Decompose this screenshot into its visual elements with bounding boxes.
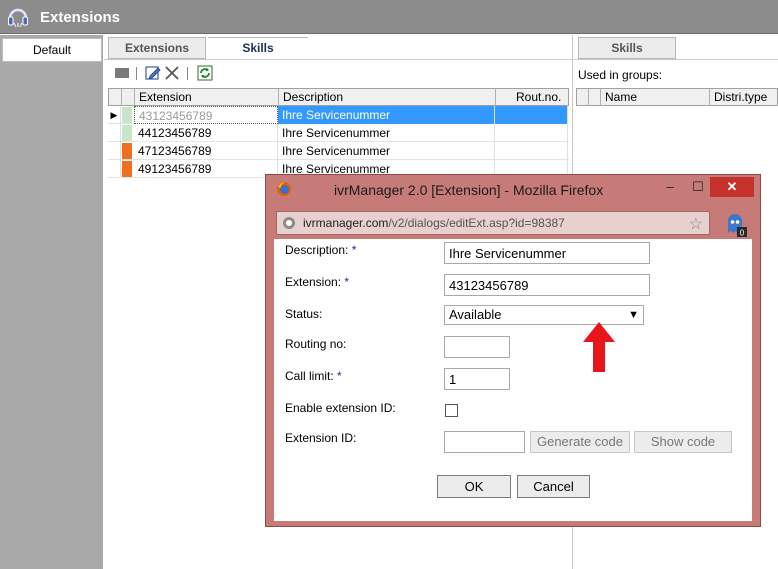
extensions-grid: Extension Description Rout.no. ▶ 4312345…: [108, 88, 569, 178]
stop-icon[interactable]: [114, 65, 130, 81]
extension-cell[interactable]: 49123456789: [134, 160, 278, 178]
description-field[interactable]: [444, 242, 650, 264]
firefox-icon: [277, 182, 291, 196]
status-indicator: [122, 125, 132, 141]
rout-no-cell[interactable]: [495, 106, 568, 124]
toolbar-separator: [136, 67, 137, 80]
status-label: Status:: [285, 307, 323, 321]
show-code-button[interactable]: Show code: [634, 431, 732, 453]
grid-header-status: [122, 89, 135, 106]
required-mark: *: [344, 275, 350, 289]
required-mark: *: [337, 369, 342, 383]
description-cell[interactable]: Ihre Servicenummer: [278, 142, 495, 160]
up-arrow-annotation-icon: [583, 322, 615, 372]
row-pointer-cell: [108, 124, 121, 142]
generate-code-button[interactable]: Generate code: [530, 431, 630, 453]
table-row[interactable]: ▶ 43123456789 Ihre Servicenummer: [108, 106, 569, 124]
url-domain: ivrmanager.com: [303, 216, 389, 230]
grid-header-status: [589, 89, 601, 106]
addon-badge-count: 0: [740, 229, 745, 238]
ok-button[interactable]: OK: [437, 475, 511, 498]
used-in-groups-label: Used in groups:: [578, 68, 663, 82]
tab-extensions[interactable]: Extensions: [108, 37, 206, 59]
refresh-icon[interactable]: [197, 65, 213, 81]
routing-no-label: Routing no:: [285, 337, 347, 351]
description-label: Description: *: [285, 243, 357, 257]
grid-header-indicator: [577, 89, 589, 106]
status-selected-value: Available: [449, 307, 502, 322]
edit-icon[interactable]: [145, 65, 161, 81]
row-pointer-cell: [108, 142, 121, 160]
bookmark-star-icon[interactable]: ☆: [689, 214, 703, 234]
routing-no-field[interactable]: [444, 336, 510, 358]
rout-no-cell[interactable]: [495, 142, 568, 160]
column-header-description[interactable]: Description: [279, 89, 496, 106]
call-limit-field[interactable]: [444, 368, 510, 390]
extension-cell[interactable]: 43123456789: [134, 106, 278, 124]
tab-divider: [574, 59, 778, 60]
headset-icon: [8, 8, 28, 28]
grid-header: Extension Description Rout.no.: [108, 88, 569, 106]
tab-divider: [104, 59, 573, 60]
column-header-name[interactable]: Name: [601, 89, 710, 106]
tab-skills[interactable]: Skills: [208, 37, 308, 59]
dialog-title: ivrManager 2.0 [Extension] - Mozilla Fir…: [334, 182, 604, 198]
status-indicator: [122, 107, 132, 123]
extension-cell[interactable]: 44123456789: [134, 124, 278, 142]
table-row[interactable]: 47123456789 Ihre Servicenummer: [108, 142, 569, 160]
status-indicator: [122, 161, 132, 177]
column-header-distri-type[interactable]: Distri.type: [710, 89, 778, 106]
globe-icon: [283, 217, 295, 229]
page-title: Extensions: [40, 9, 121, 26]
extension-label: Extension: *: [285, 275, 350, 289]
dialog-title-bar[interactable]: ivrManager 2.0 [Extension] - Mozilla Fir…: [266, 175, 760, 205]
toolbar: [112, 65, 312, 83]
url-text: ivrmanager.com/v2/dialogs/editExt.asp?id…: [303, 216, 565, 230]
row-pointer-icon: ▶: [108, 106, 121, 124]
groups-grid-header: Name Distri.type: [576, 88, 778, 106]
chevron-down-icon: ▼: [628, 309, 639, 321]
url-path: /v2/dialogs/editExt.asp?id=98387: [388, 216, 565, 230]
status-indicator: [122, 143, 132, 159]
tab-skills-groups[interactable]: Skills: [578, 37, 676, 59]
enable-extension-id-checkbox[interactable]: [445, 404, 458, 417]
tab-default[interactable]: Default: [2, 38, 102, 62]
left-pane: Default: [0, 35, 103, 569]
maximize-button[interactable]: ☐: [686, 177, 710, 197]
extension-id-label: Extension ID:: [285, 431, 357, 445]
extension-id-field[interactable]: [444, 431, 525, 453]
url-bar[interactable]: ivrmanager.com/v2/dialogs/editExt.asp?id…: [276, 211, 710, 235]
table-row[interactable]: 44123456789 Ihre Servicenummer: [108, 124, 569, 142]
enable-extension-id-label: Enable extension ID:: [285, 401, 396, 415]
cancel-button[interactable]: Cancel: [517, 475, 590, 498]
extension-form: Description: * Extension: * Status: Avai…: [274, 239, 752, 521]
grid-header-indicator: [109, 89, 122, 106]
extension-cell[interactable]: 47123456789: [134, 142, 278, 160]
delete-icon[interactable]: [164, 65, 180, 81]
toolbar-separator: [187, 67, 188, 80]
app-title-bar: Extensions: [0, 0, 778, 34]
call-limit-label: Call limit: *: [285, 369, 342, 383]
extension-dialog-window: ivrManager 2.0 [Extension] - Mozilla Fir…: [265, 174, 761, 527]
extension-field[interactable]: [444, 274, 650, 296]
addon-ghost-icon[interactable]: 0: [724, 213, 748, 237]
row-pointer-cell: [108, 160, 121, 178]
minimize-button[interactable]: –: [658, 177, 682, 197]
column-header-extension[interactable]: Extension: [135, 89, 279, 106]
description-cell[interactable]: Ihre Servicenummer: [278, 124, 495, 142]
required-mark: *: [351, 243, 357, 257]
rout-no-cell[interactable]: [495, 124, 568, 142]
column-header-rout-no[interactable]: Rout.no.: [496, 89, 569, 106]
description-cell[interactable]: Ihre Servicenummer: [278, 106, 495, 124]
close-button[interactable]: ✕: [710, 177, 754, 197]
